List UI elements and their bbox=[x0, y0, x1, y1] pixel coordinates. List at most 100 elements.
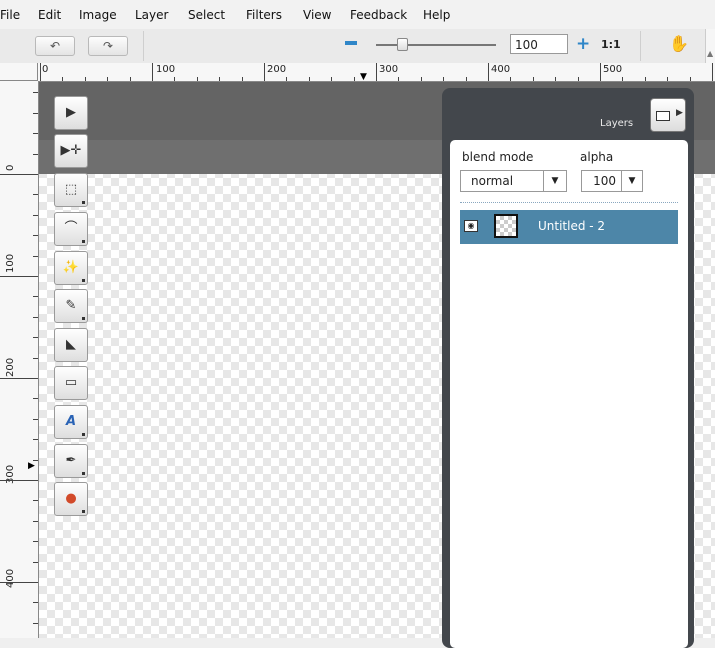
ruler-minor-tick bbox=[488, 77, 489, 81]
menu-help[interactable]: Help bbox=[423, 8, 450, 22]
panel-menu-button[interactable]: ▶ bbox=[650, 98, 686, 132]
ruler-minor-tick bbox=[578, 77, 579, 81]
toolbar-divider bbox=[143, 31, 144, 61]
ruler-minor-tick bbox=[33, 133, 38, 134]
toolbar: ↶ ↷ 100 + 1:1 ✋ bbox=[0, 29, 715, 64]
document-icon bbox=[656, 111, 670, 121]
ruler-minor-tick bbox=[466, 77, 467, 81]
fill-bucket-icon: ◣ bbox=[66, 337, 76, 352]
ruler-label: 0 bbox=[42, 64, 49, 75]
ruler-minor-tick bbox=[33, 582, 38, 583]
chevron-down-icon[interactable]: ▼ bbox=[621, 171, 642, 191]
menu-image[interactable]: Image bbox=[79, 8, 117, 22]
blend-mode-select[interactable]: normal ▼ bbox=[460, 170, 567, 192]
ruler-label: 400 bbox=[5, 568, 16, 588]
ruler-cursor-marker-icon: ▶ bbox=[28, 461, 35, 471]
layers-panel-body: blend mode alpha normal ▼ 100 ▼ ◉ Untitl… bbox=[450, 140, 688, 648]
alpha-value: 100 bbox=[593, 174, 616, 188]
ruler-minor-tick bbox=[331, 77, 332, 81]
select-tool[interactable]: ▶ bbox=[54, 96, 88, 130]
lasso-icon: ⌒ bbox=[64, 221, 78, 236]
ruler-minor-tick bbox=[33, 460, 38, 461]
ruler-minor-tick bbox=[533, 77, 534, 81]
ruler-minor-tick bbox=[33, 92, 38, 93]
text-tool[interactable]: A bbox=[54, 405, 88, 439]
scroll-up-icon: ▲ bbox=[707, 49, 714, 58]
horizontal-ruler[interactable]: 0 100 200 300 400 500 ▼ bbox=[38, 63, 715, 82]
gradient-tool[interactable]: ▭ bbox=[54, 366, 88, 400]
hand-tool-button[interactable]: ✋ bbox=[654, 32, 704, 56]
brush-tool[interactable]: ✎ bbox=[54, 289, 88, 323]
ruler-minor-tick bbox=[712, 77, 713, 81]
menu-filters[interactable]: Filters bbox=[246, 8, 282, 22]
ruler-minor-tick bbox=[264, 77, 265, 81]
ruler-label: 300 bbox=[379, 64, 399, 75]
ruler-minor-tick bbox=[33, 296, 38, 297]
ruler-label: 100 bbox=[156, 64, 176, 75]
toolbar-scroll[interactable]: ▲ bbox=[705, 29, 715, 63]
menu-layer[interactable]: Layer bbox=[135, 8, 168, 22]
rect-select-tool[interactable]: ⬚ bbox=[54, 173, 88, 207]
magic-wand-tool[interactable]: ✨ bbox=[54, 251, 88, 285]
color-tool[interactable]: ● bbox=[54, 482, 88, 516]
alpha-input[interactable]: 100 ▼ bbox=[581, 170, 643, 192]
undo-button[interactable]: ↶ bbox=[35, 36, 75, 56]
ruler-label: 300 bbox=[5, 464, 16, 484]
ruler-minor-tick bbox=[33, 623, 38, 624]
ruler-label: 500 bbox=[603, 64, 623, 75]
ruler-corner bbox=[0, 63, 38, 81]
redo-button[interactable]: ↷ bbox=[88, 36, 128, 56]
fill-tool[interactable]: ◣ bbox=[54, 328, 88, 362]
blend-mode-value: normal bbox=[471, 174, 514, 188]
menu-edit[interactable]: Edit bbox=[38, 8, 61, 22]
move-tool[interactable]: ▶✛ bbox=[54, 134, 88, 168]
menu-file[interactable]: File bbox=[0, 8, 20, 22]
ruler-cursor-marker-icon: ▼ bbox=[360, 72, 367, 82]
chevron-down-icon[interactable]: ▼ bbox=[543, 171, 566, 191]
actual-size-button[interactable]: 1:1 bbox=[601, 38, 621, 51]
ruler-minor-tick bbox=[130, 77, 131, 81]
layers-panel: Layers ▶ blend mode alpha normal ▼ 100 ▼… bbox=[442, 88, 694, 648]
blend-mode-label: blend mode bbox=[462, 150, 534, 164]
menu-feedback[interactable]: Feedback bbox=[350, 8, 407, 22]
eyedropper-tool[interactable]: ✒ bbox=[54, 444, 88, 478]
zoom-slider-handle[interactable] bbox=[397, 38, 408, 51]
ruler-minor-tick bbox=[219, 77, 220, 81]
color-palette-icon: ● bbox=[65, 491, 77, 506]
panel-title: Layers bbox=[600, 118, 634, 129]
ruler-minor-tick bbox=[645, 77, 646, 81]
ruler-minor-tick bbox=[152, 77, 153, 81]
eye-icon[interactable]: ◉ bbox=[464, 220, 478, 232]
ruler-minor-tick bbox=[510, 77, 511, 81]
ruler-minor-tick bbox=[376, 77, 377, 81]
ruler-minor-tick bbox=[33, 541, 38, 542]
zoom-out-icon[interactable] bbox=[345, 41, 357, 45]
select-arrow-icon: ▶ bbox=[66, 105, 76, 120]
ruler-minor-tick bbox=[398, 77, 399, 81]
move-icon: ▶✛ bbox=[60, 143, 82, 158]
ruler-minor-tick bbox=[421, 77, 422, 81]
ruler-minor-tick bbox=[33, 500, 38, 501]
ruler-minor-tick bbox=[33, 378, 38, 379]
ruler-minor-tick bbox=[600, 77, 601, 81]
brush-icon: ✎ bbox=[65, 298, 77, 313]
zoom-input[interactable]: 100 bbox=[510, 34, 568, 54]
layer-row[interactable]: ◉ Untitled - 2 bbox=[460, 210, 678, 244]
ruler-minor-tick bbox=[33, 521, 38, 522]
menu-bar: File Edit Image Layer Select Filters Vie… bbox=[0, 0, 715, 29]
menu-select[interactable]: Select bbox=[188, 8, 225, 22]
zoom-in-icon[interactable]: + bbox=[576, 36, 590, 53]
layer-name: Untitled - 2 bbox=[538, 219, 606, 233]
ruler-minor-tick bbox=[33, 358, 38, 359]
ruler-minor-tick bbox=[443, 77, 444, 81]
ruler-minor-tick bbox=[33, 113, 38, 114]
vertical-ruler[interactable]: 0 100 200 300 400 ▶ bbox=[0, 81, 39, 638]
ruler-minor-tick bbox=[107, 77, 108, 81]
lasso-tool[interactable]: ⌒ bbox=[54, 212, 88, 246]
ruler-minor-tick bbox=[33, 439, 38, 440]
ruler-label: 100 bbox=[5, 253, 16, 273]
ruler-minor-tick bbox=[33, 337, 38, 338]
zoom-slider[interactable] bbox=[376, 44, 496, 46]
ruler-minor-tick bbox=[33, 154, 38, 155]
menu-view[interactable]: View bbox=[303, 8, 331, 22]
